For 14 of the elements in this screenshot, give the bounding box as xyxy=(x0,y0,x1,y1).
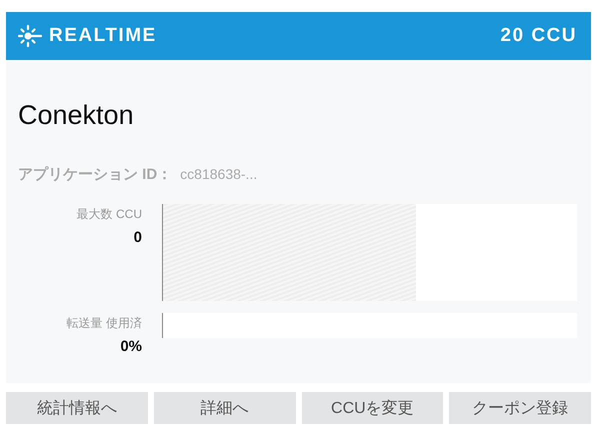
header-title: REALTIME xyxy=(49,25,157,47)
action-button[interactable]: CCUを変更 xyxy=(302,392,444,424)
action-button[interactable]: クーポン登録 xyxy=(449,392,591,424)
meter-label: 転送量 使用済 xyxy=(66,315,142,332)
plan-label: 20 CCU xyxy=(500,25,577,47)
meter-label: 最大数 CCU xyxy=(76,206,142,223)
action-button[interactable]: 統計情報へ xyxy=(6,392,148,424)
id-label: アプリケーション ID： xyxy=(18,165,172,184)
meter-value: 0% xyxy=(120,338,142,355)
meter-value: 0 xyxy=(134,229,142,246)
app-name: Conekton xyxy=(18,100,135,131)
sun-icon xyxy=(18,24,42,48)
action-button[interactable]: 詳細へ xyxy=(154,392,296,424)
id-value: cc818638-... xyxy=(180,166,258,182)
